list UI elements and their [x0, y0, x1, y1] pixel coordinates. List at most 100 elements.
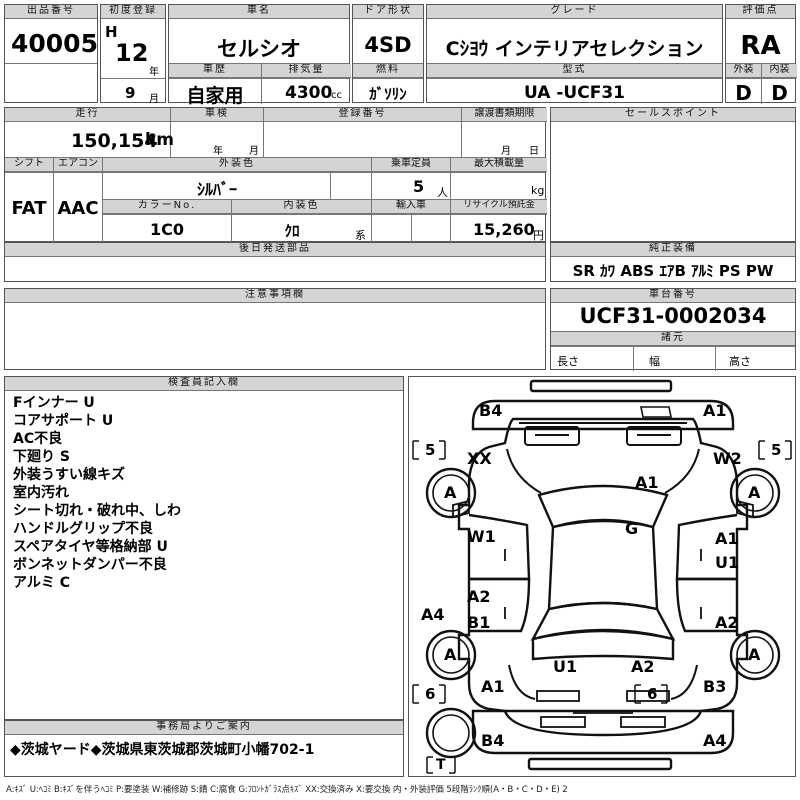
interior-grade-label: 内装	[762, 64, 797, 78]
max-load-unit: kg	[531, 184, 545, 197]
tag-t: T	[436, 757, 446, 773]
score-cell: 評価点 RA 外装 内装 D D	[725, 4, 797, 105]
damage-a2-right: A2	[715, 613, 739, 632]
damage-b4-top: B4	[479, 401, 503, 420]
fuel-label: 燃料	[353, 64, 423, 78]
damage-a4-bottom: A4	[703, 731, 727, 750]
office-message: ◆茨城ヤード◆茨城県東茨城郡茨城町小幡702-1	[10, 742, 315, 758]
caution-cell: 注意事項欄	[4, 288, 546, 370]
chassis-cell: 車台番号 UCF31-0002034 諸元 長さ 幅 高さ	[550, 288, 796, 371]
transfer-deadline-label: 譲渡書類期限	[462, 108, 547, 122]
first-registration-label: 初度登録	[101, 5, 165, 19]
displacement-label: 排気量	[262, 64, 351, 78]
specs-label: 諸元	[551, 332, 795, 346]
door-type-label: ドア形状	[353, 5, 423, 19]
inspection-year-unit: 年	[213, 146, 223, 157]
front-bumper	[471, 399, 735, 431]
inspector-note: 下廻り S	[13, 449, 70, 465]
damage-b4-bottom: B4	[481, 731, 505, 750]
width-label: 幅	[649, 355, 660, 368]
model-label: 型式	[427, 64, 722, 78]
lot-number-cell: 出品番号 40005	[4, 4, 98, 103]
parts-shipping-cell: 後日発送部品	[4, 242, 546, 282]
model-code: UA -UCF31	[524, 83, 625, 103]
damage-a2-left: A2	[467, 587, 491, 606]
inspector-note: 外装うすい線キズ	[13, 467, 125, 483]
front-left-door	[468, 513, 531, 581]
exterior-color-label: 外装色	[103, 158, 371, 172]
tag-6-right: 6	[647, 685, 658, 703]
grade: Cｼﾖｳ インテリアセレクション	[445, 38, 704, 60]
grade-label: グレード	[427, 5, 722, 19]
interior-grade: D	[771, 81, 788, 105]
inspector-note: ボンネットダンパー不良	[13, 557, 167, 573]
color-number-label: カラーNo.	[103, 200, 231, 214]
inspection-month-unit: 月	[249, 146, 259, 157]
inspector-note: アルミ C	[13, 575, 71, 591]
height-label: 高さ	[729, 355, 751, 368]
damage-a-rear-left-wheel: A	[444, 645, 457, 664]
exterior-grade: D	[735, 81, 752, 105]
damage-a1-top: A1	[703, 401, 727, 420]
door-type-cell: ドア形状 4SD 燃料 ｶﾞｿﾘﾝ	[352, 4, 424, 103]
inspector-note: 室内汚れ	[13, 485, 69, 501]
chassis-number: UCF31-0002034	[579, 304, 767, 328]
damage-a1-right: A1	[715, 529, 739, 548]
cabin-roof	[547, 519, 659, 611]
inspector-note: シート切れ・破れ中、しわ	[13, 503, 181, 519]
history-label: 車歴	[169, 64, 261, 78]
damage-a1-rear: A1	[481, 677, 505, 696]
inspector-note: コアサポート U	[13, 413, 114, 429]
vehicle-history: 自家用	[186, 85, 244, 107]
damage-a-front-right-wheel: A	[748, 483, 761, 502]
sales-point-label: セールスポイント	[551, 108, 795, 122]
damage-b3: B3	[703, 677, 727, 696]
exterior-grade-label: 外装	[726, 64, 761, 78]
parts-shipping-label: 後日発送部品	[5, 243, 545, 257]
mileage-label: 走行	[5, 108, 170, 122]
damage-a1-hood: A1	[635, 473, 659, 492]
rear-bumper	[471, 709, 735, 755]
inspector-note: Fインナー U	[13, 395, 95, 411]
damage-xx: XX	[467, 449, 492, 468]
interior-color-label: 内装色	[232, 200, 371, 214]
year-unit: 年	[149, 67, 159, 78]
car-name: セルシオ	[217, 37, 301, 61]
damage-g-windshield: G	[625, 519, 639, 538]
equipment-list: SR ｶﾜ ABS ｴｱB ｱﾙﾐ PS PW	[572, 262, 774, 280]
import-label: 輸入車	[372, 200, 450, 214]
damage-u1-trunk: U1	[553, 657, 578, 676]
inspector-notes-label: 検査員記入欄	[5, 377, 403, 391]
spare-tire	[425, 707, 477, 759]
displacement: 4300	[285, 83, 333, 103]
fuel-type: ｶﾞｿﾘﾝ	[369, 85, 407, 103]
transfer-day-unit: 日	[529, 146, 539, 157]
exterior-color: ｼﾙﾊﾞｰ	[196, 180, 237, 199]
interior-color: ｸﾛ	[284, 222, 300, 240]
transfer-month-unit: 月	[501, 146, 511, 157]
inspection-label: 車検	[171, 108, 263, 122]
interior-color-unit: 系	[355, 229, 366, 242]
registration-number-label: 登録番号	[264, 108, 461, 122]
aircon-label: エアコン	[54, 158, 102, 172]
grade-cell: グレード Cｼﾖｳ インテリアセレクション 型式 UA -UCF31	[426, 4, 723, 103]
car-name-cell: 車名 セルシオ 車歴 排気量 自家用 4300 cc	[168, 4, 351, 107]
damage-legend: A:ｷｽﾞ U:ﾍｺﾐ B:ｷｽﾞを伴うﾍｺﾐ P:要塗装 W:補修跡 S:錆 …	[6, 785, 568, 795]
damage-u1-right: U1	[715, 553, 740, 572]
first-registration-cell: 初度登録 H 12 年 9 月	[100, 4, 166, 105]
damage-diagram: B4 A1 5 5 XX W2 A A A1 G W1 A1 U1 A4 A2 …	[408, 376, 796, 777]
seating-unit: 人	[437, 186, 448, 199]
damage-a2-trunk: A2	[631, 657, 655, 676]
shift-label: シフト	[5, 158, 53, 172]
inspector-note: AC不良	[13, 431, 63, 447]
vehicle-info-block: 走行 車検 登録番号 譲渡書類期限 150,154 km 年 月 月 日 シフト…	[4, 107, 547, 243]
tag-5-right: 5	[771, 441, 782, 459]
lot-number-label: 出品番号	[5, 5, 97, 19]
sales-point-cell: セールスポイント	[550, 107, 796, 242]
damage-w2: W2	[713, 449, 742, 468]
inspector-note: スペアタイヤ等格納部 U	[13, 539, 168, 555]
inspector-notes-cell: 検査員記入欄 Fインナー U コアサポート U AC不良 下廻り S 外装うすい…	[4, 376, 404, 720]
mileage-unit: km	[145, 130, 175, 150]
damage-a-front-left-wheel: A	[444, 483, 457, 502]
damage-b1: B1	[467, 613, 491, 632]
